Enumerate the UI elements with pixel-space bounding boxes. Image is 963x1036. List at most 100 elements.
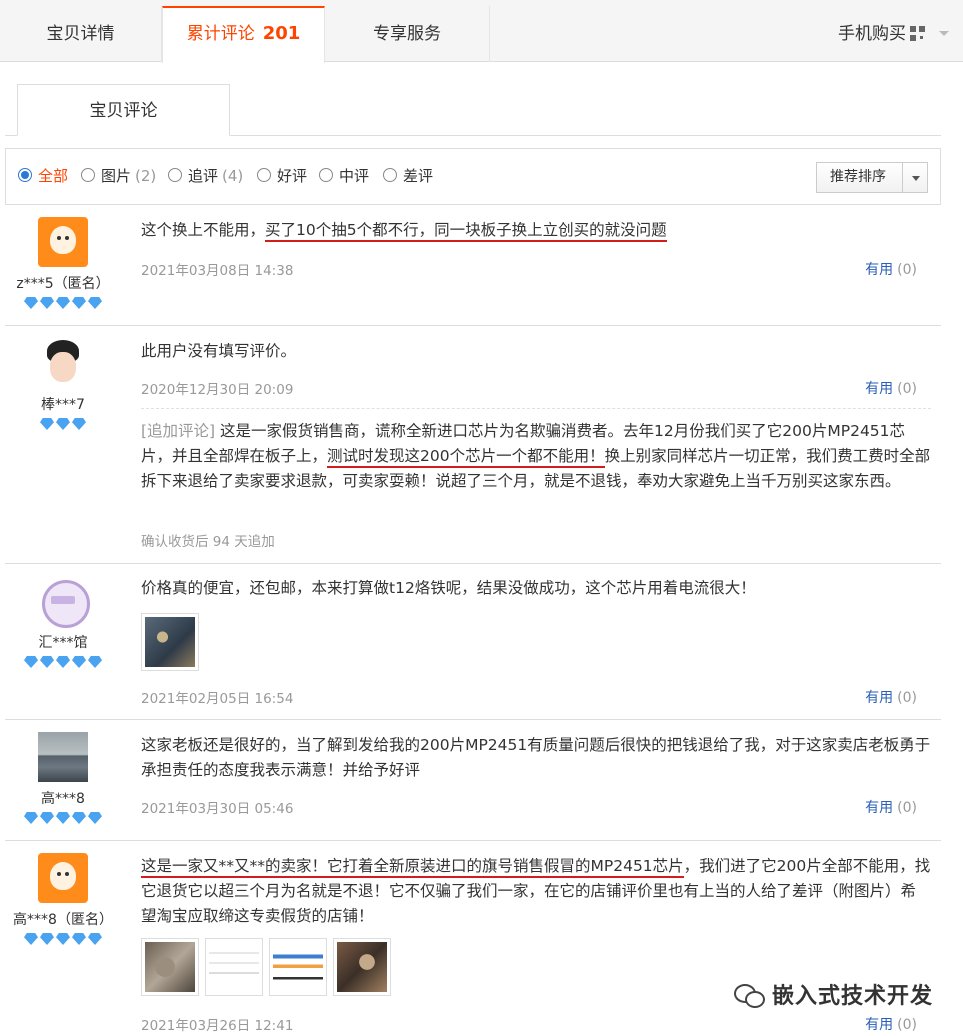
review-date: 2021年02月05日 16:54 xyxy=(141,691,294,707)
wechat-watermark: 嵌入式技术开发 xyxy=(733,978,933,1010)
review-image xyxy=(337,942,387,992)
filter-positive[interactable]: 好评 xyxy=(257,166,307,186)
filter-followup[interactable]: 追评 (4) xyxy=(168,166,243,186)
useful-label: 有用 xyxy=(865,800,894,816)
diamond-icon xyxy=(72,656,86,668)
diamond-icon xyxy=(40,656,54,668)
radio-icon[interactable] xyxy=(257,168,271,182)
useful-label: 有用 xyxy=(865,1017,894,1033)
diamond-icon xyxy=(56,933,70,945)
append-divider xyxy=(141,408,931,409)
diamond-icon xyxy=(88,812,102,824)
diamond-icon xyxy=(56,812,70,824)
review-date: 2021年03月30日 05:46 xyxy=(141,801,294,817)
review-image-thumbnail[interactable] xyxy=(141,938,199,996)
review-user: 棒***7 xyxy=(5,338,121,432)
useful-label: 有用 xyxy=(865,381,894,397)
useful-count: (0) xyxy=(897,381,917,397)
radio-icon[interactable] xyxy=(168,168,182,182)
radio-icon[interactable] xyxy=(383,168,397,182)
useful-count: (0) xyxy=(897,1017,917,1033)
useful-button[interactable]: 有用 (0) xyxy=(865,378,917,398)
tab-item-reviews[interactable]: 宝贝评论 xyxy=(17,84,230,136)
diamond-icon xyxy=(56,418,70,430)
review-date: 2021年03月26日 12:41 xyxy=(141,1018,294,1034)
avatar[interactable] xyxy=(38,217,88,267)
filter-images[interactable]: 图片 (2) xyxy=(81,166,156,186)
top-tab-bar: 宝贝详情 累计评论 201 专享服务 手机购买 xyxy=(0,0,963,63)
review-date: 2020年12月30日 20:09 xyxy=(141,382,294,398)
filter-label: 好评 xyxy=(277,167,308,185)
tab-exclusive-service[interactable]: 专享服务 xyxy=(325,6,490,62)
useful-count: (0) xyxy=(897,800,917,816)
diamond-icon xyxy=(72,812,86,824)
avatar[interactable] xyxy=(38,853,88,903)
tab-reviews[interactable]: 累计评论 201 xyxy=(162,6,325,63)
username: z***5（匿名） xyxy=(16,276,110,292)
useful-button[interactable]: 有用 (0) xyxy=(865,1014,917,1034)
caret-down-icon[interactable] xyxy=(912,176,920,181)
filter-label: 全部 xyxy=(38,167,69,185)
review-image-thumbnail[interactable] xyxy=(141,613,199,671)
avatar[interactable] xyxy=(38,576,90,628)
diamond-icon xyxy=(56,297,70,309)
review-item: 汇***馆 价格真的便宜，还包邮，本来打算做t12烙铁呢，结果没做成功，这个芯片… xyxy=(5,564,941,720)
mobile-buy-label: 手机购买 xyxy=(838,24,906,44)
review-text: 这家老板还是很好的，当了解到发给我的200片MP2451有质量问题后很快的把钱退… xyxy=(141,736,931,779)
diamond-icon xyxy=(72,297,86,309)
review-user: 汇***馆 xyxy=(5,576,121,670)
tab-reviews-label: 累计评论 xyxy=(186,24,255,44)
useful-count: (0) xyxy=(897,690,917,706)
diamond-icon xyxy=(88,933,102,945)
diamond-icon xyxy=(40,933,54,945)
sort-dropdown[interactable]: 推荐排序 xyxy=(816,162,928,193)
diamond-icon xyxy=(40,297,54,309)
useful-button[interactable]: 有用 (0) xyxy=(865,797,917,817)
mobile-buy-button[interactable]: 手机购买 xyxy=(838,6,925,62)
review-image-thumbnail[interactable] xyxy=(205,938,263,996)
useful-button[interactable]: 有用 (0) xyxy=(865,687,917,707)
filter-all[interactable]: 全部 xyxy=(18,166,68,186)
radio-icon[interactable] xyxy=(319,168,333,182)
diamond-icon xyxy=(24,812,38,824)
review-user: 高***8 xyxy=(5,732,121,826)
review-item: 高***8 这家老板还是很好的，当了解到发给我的200片MP2451有质量问题后… xyxy=(5,720,941,841)
reputation-diamonds xyxy=(5,812,121,826)
review-image xyxy=(209,942,259,992)
review-image-thumbnail[interactable] xyxy=(269,938,327,996)
review-user: 高***8（匿名） xyxy=(5,853,121,947)
diamond-icon xyxy=(24,933,38,945)
review-images xyxy=(141,938,397,998)
diamond-icon xyxy=(24,297,38,309)
radio-icon[interactable] xyxy=(81,168,95,182)
filter-label: 追评 xyxy=(188,167,219,185)
filter-label: 差评 xyxy=(403,167,434,185)
diamond-icon xyxy=(40,418,54,430)
review-image-thumbnail[interactable] xyxy=(333,938,391,996)
review-image xyxy=(273,942,323,992)
review-text: 价格真的便宜，还包邮，本来打算做t12烙铁呢，结果没做成功，这个芯片用着电流很大… xyxy=(141,579,756,597)
username: 高***8（匿名） xyxy=(13,912,113,928)
chevron-down-icon[interactable] xyxy=(939,31,949,36)
useful-button[interactable]: 有用 (0) xyxy=(865,259,917,279)
diamond-icon xyxy=(72,418,86,430)
tab-item-details[interactable]: 宝贝详情 xyxy=(0,6,162,62)
review-user: z***5（匿名） xyxy=(5,217,121,311)
filter-negative[interactable]: 差评 xyxy=(383,166,433,186)
filter-count: (4) xyxy=(222,167,244,185)
diamond-icon xyxy=(40,812,54,824)
sort-divider xyxy=(902,163,903,192)
review-text-plain: 这个换上不能用， xyxy=(141,221,266,239)
useful-label: 有用 xyxy=(865,262,894,278)
radio-checked-icon[interactable] xyxy=(18,168,32,182)
username: 高***8 xyxy=(41,791,85,807)
diamond-icon xyxy=(56,656,70,668)
append-text-highlighted: 测试时发现这200个芯片一个都不能用！ xyxy=(327,447,605,468)
avatar[interactable] xyxy=(38,732,88,782)
review-text: 这是一家又**又**的卖家！它打着全新原装进口的旗号销售假冒的MP2451芯片，… xyxy=(141,854,931,929)
review-text: 这个换上不能用，买了10个抽5个都不行，同一块板子换上立创买的就没问题 xyxy=(141,218,931,243)
filter-neutral[interactable]: 中评 xyxy=(319,166,369,186)
username: 汇***馆 xyxy=(38,635,88,651)
avatar[interactable] xyxy=(38,338,88,388)
review-text: 此用户没有填写评价。 xyxy=(141,342,297,360)
